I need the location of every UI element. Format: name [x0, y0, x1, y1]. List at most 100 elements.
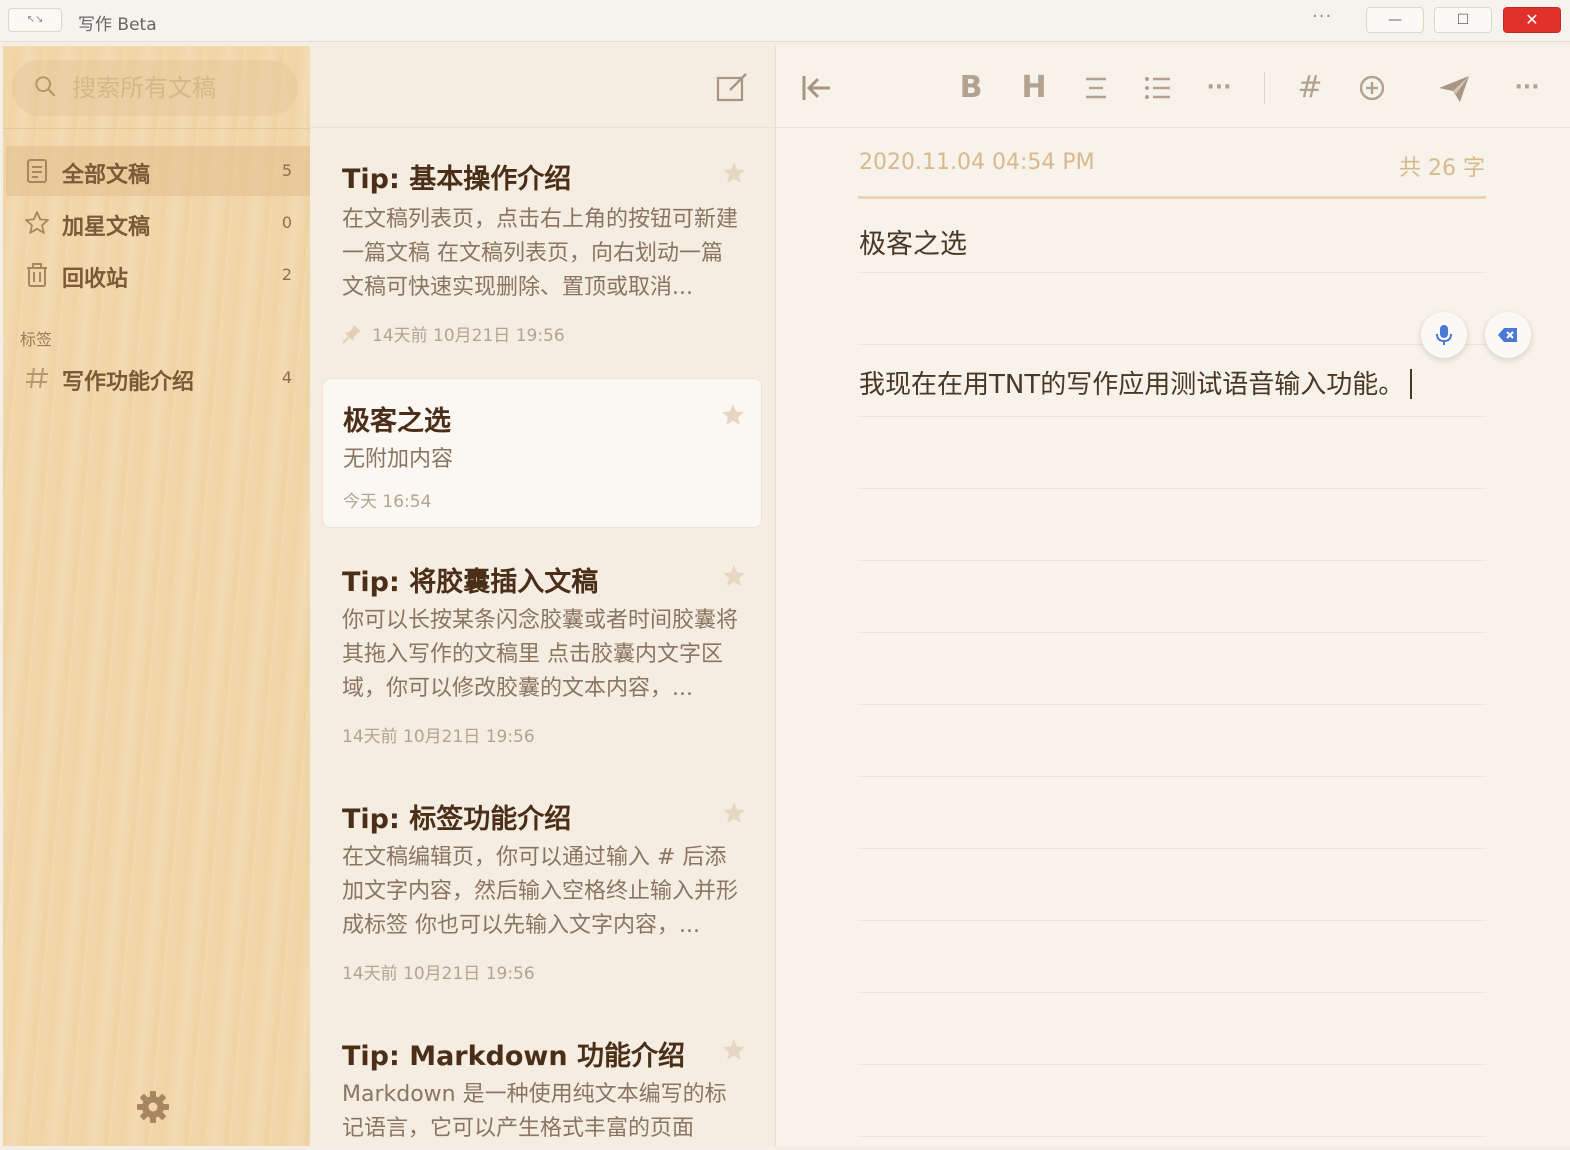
bullet-list-icon — [1145, 77, 1170, 99]
window-more-icon[interactable]: ··· — [1312, 6, 1332, 27]
card-excerpt: 你可以长按某条闪念胶囊或者时间胶囊将其拖入写作的文稿里 点击胶囊内文字区域，你可… — [342, 608, 739, 701]
ruled-line — [858, 1136, 1486, 1137]
insert-button[interactable] — [1352, 68, 1392, 108]
ruled-line — [858, 560, 1486, 561]
compose-icon[interactable] — [716, 72, 748, 102]
card-meta: 14天前 10月21日 19:56 — [342, 727, 535, 747]
ruled-line — [858, 704, 1486, 705]
sidebar-item-count: 5 — [281, 161, 292, 180]
ruled-line — [858, 1064, 1486, 1065]
title-bar: ↖↘ 写作 Beta ··· — ☐ ✕ — [0, 0, 1570, 42]
document-list-header — [310, 46, 775, 128]
sidebar-item-all-docs[interactable]: 全部文稿 5 — [6, 146, 310, 196]
sidebar-item-label: 加星文稿 — [62, 215, 151, 240]
app-icon[interactable]: ↖↘ — [8, 8, 62, 32]
search-input[interactable] — [72, 72, 282, 104]
document-date: 2020.11.04 04:54 PM — [859, 150, 1095, 175]
card-meta: 今天 16:54 — [343, 492, 432, 512]
bold-button[interactable]: B — [951, 68, 991, 108]
gear-icon[interactable] — [136, 1090, 170, 1124]
ruled-line — [858, 920, 1486, 921]
card-title: 极客之选 — [343, 406, 451, 437]
card-meta: 14天前 10月21日 19:56 — [342, 321, 565, 346]
document-card[interactable]: Tip: 将胶囊插入文稿 你可以长按某条闪念胶囊或者时间胶囊将其拖入写作的文稿里… — [322, 540, 762, 752]
star-icon[interactable] — [722, 1038, 746, 1062]
bullet-list-button[interactable] — [1138, 68, 1178, 108]
sidebar-item-starred[interactable]: 加星文稿 0 — [6, 198, 310, 248]
document-card[interactable]: Tip: 标签功能介绍 在文稿编辑页，你可以通过输入 # 后添加文字内容，然后输… — [322, 777, 762, 989]
hashtag-icon — [26, 367, 48, 389]
toolbar-separator — [1264, 72, 1265, 104]
pin-icon — [342, 325, 361, 344]
ruled-line — [858, 272, 1486, 273]
minimize-button[interactable]: — — [1366, 7, 1424, 33]
tag-button[interactable]: # — [1290, 68, 1330, 108]
star-icon[interactable] — [721, 403, 745, 427]
sidebar-tag-writing-intro[interactable]: 写作功能介绍 4 — [6, 353, 310, 403]
maximize-button[interactable]: ☐ — [1434, 7, 1492, 33]
trash-icon — [27, 263, 47, 287]
star-icon — [25, 211, 49, 234]
document-card[interactable]: Tip: Markdown 功能介绍 Markdown 是一种使用纯文本编写的标… — [322, 1014, 762, 1146]
voice-input-button[interactable] — [1421, 312, 1467, 358]
sidebar-item-count: 2 — [281, 265, 292, 284]
star-icon[interactable] — [722, 801, 746, 825]
sidebar: 全部文稿 5 加星文稿 0 回收站 2 标签 写作功能介绍 4 — [3, 46, 310, 1146]
text-caret — [1410, 369, 1413, 399]
sidebar-item-count: 0 — [281, 213, 292, 232]
plus-circle-icon — [1359, 75, 1385, 101]
sidebar-item-label: 写作功能介绍 — [62, 370, 195, 395]
sidebar-item-trash[interactable]: 回收站 2 — [6, 250, 310, 300]
document-title-field[interactable]: 极客之选 — [859, 222, 967, 261]
document-icon — [27, 159, 47, 183]
card-excerpt: Markdown 是一种使用纯文本编写的标记语言，它可以产生格式丰富的页面 — [342, 1082, 727, 1141]
collapse-left-icon — [802, 76, 830, 100]
search-icon — [35, 76, 56, 97]
overflow-menu-button[interactable]: ··· — [1507, 68, 1547, 108]
backspace-icon — [1498, 328, 1517, 342]
card-title: Tip: 标签功能介绍 — [342, 804, 572, 835]
card-excerpt: 在文稿编辑页，你可以通过输入 # 后添加文字内容，然后输入空格终止输入并形成标签… — [342, 845, 739, 938]
ruled-line — [858, 344, 1486, 345]
editor-toolbar: B H ··· # ··· — [776, 46, 1570, 128]
sidebar-item-label: 回收站 — [62, 267, 129, 292]
send-button[interactable] — [1434, 68, 1474, 108]
tags-section-header: 标签 — [20, 330, 53, 349]
word-count: 共 26 字 — [1399, 156, 1485, 181]
align-list-icon — [1086, 77, 1106, 99]
close-button[interactable]: ✕ — [1503, 7, 1561, 33]
card-title: Tip: 基本操作介绍 — [342, 164, 572, 195]
ruled-line — [858, 632, 1486, 633]
paper-plane-icon — [1439, 76, 1469, 102]
ruled-line — [858, 992, 1486, 993]
ruled-line — [858, 416, 1486, 417]
microphone-icon — [1436, 325, 1452, 345]
backspace-button[interactable] — [1485, 312, 1531, 358]
window-title: 写作 Beta — [78, 15, 157, 35]
card-meta: 14天前 10月21日 19:56 — [342, 964, 535, 984]
sidebar-divider — [3, 128, 310, 129]
ruled-line — [858, 848, 1486, 849]
ruled-line — [858, 776, 1486, 777]
card-title: Tip: 将胶囊插入文稿 — [342, 567, 599, 598]
card-meta-text: 14天前 10月21日 19:56 — [372, 326, 565, 346]
search-box[interactable] — [12, 60, 298, 116]
card-title: Tip: Markdown 功能介绍 — [342, 1041, 685, 1072]
heading-button[interactable]: H — [1014, 68, 1054, 108]
sidebar-item-count: 4 — [281, 368, 292, 387]
star-icon[interactable] — [722, 564, 746, 588]
document-list: Tip: 基本操作介绍 在文稿列表页，点击右上角的按钮可新建一篇文稿 在文稿列表… — [310, 46, 776, 1146]
more-format-button[interactable]: ··· — [1199, 68, 1239, 108]
editor-pane: B H ··· # ··· 2020.11.04 04:54 PM 共 26 字… — [776, 46, 1570, 1146]
sidebar-item-label: 全部文稿 — [62, 163, 151, 188]
document-card-active[interactable]: 极客之选 无附加内容 今天 16:54 — [322, 378, 762, 528]
ruled-line — [858, 488, 1486, 489]
card-excerpt: 在文稿列表页，点击右上角的按钮可新建一篇文稿 在文稿列表页，向右划动一篇文稿可快… — [342, 207, 739, 300]
ordered-list-button[interactable] — [1076, 68, 1116, 108]
collapse-sidebar-button[interactable] — [796, 68, 836, 108]
star-icon[interactable] — [722, 161, 746, 185]
document-body-text: 我现在在用TNT的写作应用测试语音输入功能。 — [859, 370, 1405, 400]
document-body-field[interactable]: 我现在在用TNT的写作应用测试语音输入功能。 — [859, 364, 1413, 401]
header-rule — [858, 196, 1486, 199]
document-card[interactable]: Tip: 基本操作介绍 在文稿列表页，点击右上角的按钮可新建一篇文稿 在文稿列表… — [322, 141, 762, 351]
